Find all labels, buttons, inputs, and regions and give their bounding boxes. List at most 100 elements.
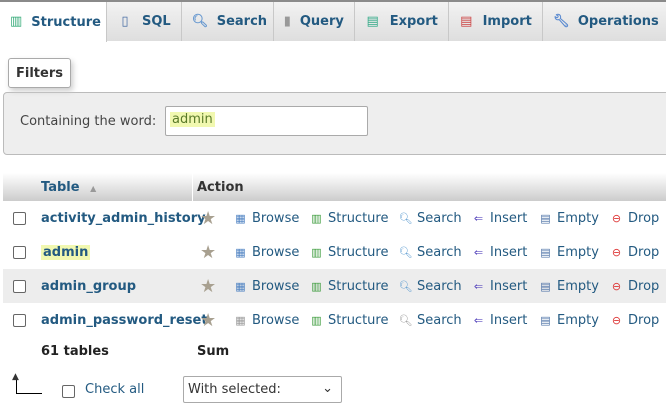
tab-label: Operations — [577, 14, 659, 29]
with-selected-select[interactable]: With selected: ⌄ — [183, 376, 342, 403]
drop-action[interactable]: ⊖ Drop — [609, 279, 659, 294]
search-icon: 🔍︎ — [398, 245, 413, 259]
favorite-star-icon[interactable]: ★ — [200, 310, 216, 331]
tab-export[interactable]: ▤ Export — [354, 2, 449, 41]
drop-icon: ⊖ — [611, 211, 622, 225]
drop-label: Drop — [628, 278, 660, 294]
search-action[interactable]: 🔍︎ Search — [398, 245, 462, 260]
table-name-link[interactable]: admin_password_reset — [41, 313, 208, 328]
drop-action[interactable]: ⊖ Drop — [609, 211, 659, 226]
table-row: admin_group ★ ▦ Browse ▥ Structure 🔍︎ Search ⇐ I… — [3, 269, 666, 303]
tab-operations[interactable]: 🔧︎ Operations — [542, 2, 666, 41]
insert-action[interactable]: ⇐ Insert — [471, 279, 527, 294]
structure-action[interactable]: ▥ Structure — [309, 211, 388, 226]
table-count: 61 tables — [41, 343, 109, 359]
browse-action[interactable]: ▦ Browse — [233, 245, 299, 260]
insert-label: Insert — [490, 210, 528, 226]
empty-action[interactable]: ▤ Empty — [538, 313, 599, 328]
tables-list: Table ▲ Action activity_admin_history ★ ▦… — [3, 173, 666, 365]
table-name-link[interactable]: activity_admin_history — [41, 211, 206, 226]
search-icon: 🔍︎ — [398, 211, 413, 225]
drop-label: Drop — [628, 244, 660, 260]
browse-action[interactable]: ▦ Browse — [233, 279, 299, 294]
tab-structure[interactable]: ▥ Structure — [0, 2, 107, 42]
insert-icon: ⇐ — [473, 279, 484, 293]
search-action[interactable]: 🔍︎ Search — [398, 313, 462, 328]
table-footer: 61 tables Sum — [3, 337, 666, 365]
export-icon: ▤ — [366, 13, 379, 29]
search-label: Search — [417, 312, 462, 328]
table-name-link[interactable]: admin — [41, 244, 91, 260]
insert-action[interactable]: ⇐ Insert — [471, 211, 527, 226]
favorite-star-icon[interactable]: ★ — [200, 242, 216, 263]
search-action[interactable]: 🔍︎ Search — [398, 279, 462, 294]
row-checkbox[interactable] — [13, 211, 26, 225]
structure-label: Structure — [328, 278, 389, 294]
empty-label: Empty — [557, 210, 599, 226]
search-label: Search — [417, 210, 462, 226]
tab-search[interactable]: 🔍︎ Search — [181, 2, 274, 41]
drop-label: Drop — [628, 312, 660, 328]
drop-action[interactable]: ⊖ Drop — [609, 245, 659, 260]
sql-icon: ▯ — [121, 13, 129, 29]
drop-label: Drop — [628, 210, 660, 226]
favorite-star-icon[interactable]: ★ — [200, 276, 216, 297]
browse-icon: ▦ — [235, 313, 246, 327]
row-checkbox[interactable] — [13, 245, 26, 259]
chevron-down-icon: ⌄ — [322, 381, 333, 396]
search-label: Search — [417, 244, 462, 260]
arrow-up-icon: ▲ — [12, 372, 42, 394]
structure-icon: ▥ — [311, 279, 322, 293]
tab-import[interactable]: ▤ Import — [448, 2, 543, 41]
structure-action[interactable]: ▥ Structure — [309, 279, 388, 294]
insert-action[interactable]: ⇐ Insert — [471, 245, 527, 260]
browse-action[interactable]: ▦ Browse — [233, 211, 299, 226]
structure-label: Structure — [328, 244, 389, 260]
search-icon: 🔍︎ — [398, 313, 413, 327]
browse-icon: ▦ — [235, 211, 246, 225]
drop-action[interactable]: ⊖ Drop — [609, 313, 659, 328]
tab-label: Search — [216, 14, 268, 29]
tab-bar: ▥ Structure ▯ SQL 🔍︎ Search ▮ Query ▤ Export … — [0, 0, 666, 42]
check-all-checkbox[interactable] — [62, 385, 75, 398]
sort-table-header[interactable]: Table ▲ — [41, 180, 96, 195]
row-checkbox[interactable] — [13, 313, 26, 327]
empty-action[interactable]: ▤ Empty — [538, 279, 599, 294]
empty-icon: ▤ — [540, 245, 551, 259]
header-action: Action — [197, 179, 244, 195]
insert-icon: ⇐ — [473, 211, 484, 225]
structure-action[interactable]: ▥ Structure — [309, 313, 388, 328]
check-all-link[interactable]: Check all — [85, 382, 144, 397]
tab-label: Query — [299, 14, 344, 29]
table-row: admin ★ ▦ Browse ▥ Structure 🔍︎ Search ⇐ Insert ▤… — [3, 235, 666, 269]
browse-icon: ▦ — [235, 279, 246, 293]
insert-label: Insert — [490, 278, 528, 294]
table-row: admin_password_reset ★ ▦ Browse ▥ Structure 🔍… — [3, 303, 666, 337]
tab-query[interactable]: ▮ Query — [273, 2, 355, 41]
insert-label: Insert — [490, 244, 528, 260]
insert-action[interactable]: ⇐ Insert — [471, 313, 527, 328]
browse-label: Browse — [252, 244, 300, 260]
insert-icon: ⇐ — [473, 313, 484, 327]
row-checkbox[interactable] — [13, 279, 26, 293]
drop-icon: ⊖ — [611, 245, 622, 259]
empty-action[interactable]: ▤ Empty — [538, 245, 599, 260]
browse-action[interactable]: ▦ Browse — [233, 313, 299, 328]
empty-action[interactable]: ▤ Empty — [538, 211, 599, 226]
empty-label: Empty — [557, 312, 599, 328]
search-action[interactable]: 🔍︎ Search — [398, 211, 462, 226]
favorite-star-icon[interactable]: ★ — [200, 208, 216, 229]
tab-sql[interactable]: ▯ SQL — [107, 2, 182, 41]
tab-label: Import — [482, 14, 532, 29]
filter-input[interactable]: admin — [165, 106, 368, 136]
empty-icon: ▤ — [540, 313, 551, 327]
table-name-link[interactable]: admin_group — [41, 279, 136, 294]
empty-label: Empty — [557, 278, 599, 294]
drop-icon: ⊖ — [611, 313, 622, 327]
with-selected-value: With selected: — [188, 382, 281, 397]
table-row: activity_admin_history ★ ▦ Browse ▥ Structur… — [3, 201, 666, 235]
structure-action[interactable]: ▥ Structure — [309, 245, 388, 260]
browse-label: Browse — [252, 312, 300, 328]
tab-label: Export — [389, 14, 438, 29]
search-label: Search — [417, 278, 462, 294]
